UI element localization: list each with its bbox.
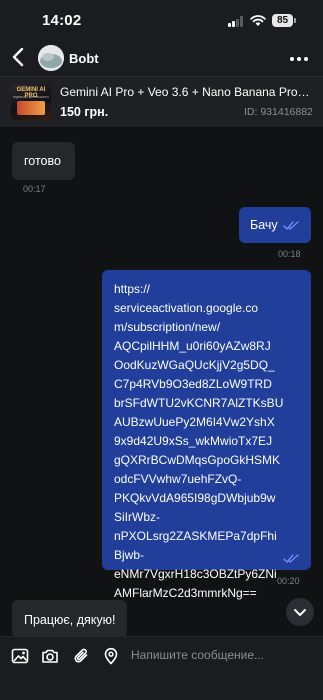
link-line: AMFlarMzC2d3mmrkNg== <box>114 586 257 600</box>
read-checkmarks-icon <box>283 554 299 563</box>
thumbnail-graphic <box>17 101 45 115</box>
link-line: serviceactivation.google.co <box>114 301 259 315</box>
link-line: 9x9d42U9xSs_wkMwioTx7EJ <box>114 434 273 448</box>
link-line: SiIrWbz- <box>114 510 160 524</box>
scroll-to-bottom-button[interactable] <box>286 598 314 626</box>
status-time: 14:02 <box>42 12 82 29</box>
message-text: готово <box>24 154 61 168</box>
battery-tip <box>294 18 296 23</box>
chevron-down-icon <box>294 609 306 616</box>
message-composer: Напишите сообщение... <box>0 636 323 700</box>
avatar-image <box>38 45 64 71</box>
more-options-icon[interactable] <box>288 50 310 66</box>
location-pin-icon[interactable] <box>102 647 120 665</box>
link-line: brSFdWTU2vKCNR7AlZTKsBU <box>114 396 284 410</box>
outgoing-message[interactable]: Бачу <box>239 207 311 243</box>
link-line: AUBzwUuePy2M6I4Vw2YshX <box>114 415 275 429</box>
link-line: gQXRrBCwDMqsGpoGkHSMK <box>114 453 281 467</box>
camera-icon[interactable] <box>41 647 59 665</box>
listing-thumbnail: GEMINI AI PRO ПІДПИСКА ДЛЯ ВАШОГО ОСОБИС… <box>11 84 51 120</box>
link-line: eNMr7VgxrH18c3OBZtPy6ZNi <box>114 567 277 581</box>
listing-id: ID: 931416882 <box>244 106 313 118</box>
message-time: 00:17 <box>23 184 46 194</box>
outgoing-link-message[interactable]: https:// serviceactivation.google.co m/s… <box>102 270 311 600</box>
link-line: OodKuzWGaQUcKjjV2g5DQ_ <box>114 358 275 372</box>
message-input[interactable]: Напишите сообщение... <box>131 648 264 662</box>
message-time: 00:18 <box>278 249 301 259</box>
cellular-signal-icon <box>228 16 245 27</box>
avatar[interactable] <box>38 45 64 71</box>
message-time: 00:20 <box>277 576 300 586</box>
wifi-icon <box>250 15 266 26</box>
chat-header: Bobt <box>0 40 323 76</box>
message-text: Бачу <box>250 218 278 232</box>
battery-icon: 85 <box>272 14 293 27</box>
link-line: https:// <box>114 282 151 296</box>
link-line: nPXOLsrg2ZASKMEPa7dpFhi <box>114 529 277 543</box>
link-line: AQCpilHHM_u0ri60yAZw8RJ <box>114 339 271 353</box>
link-line: m/subscription/new/ <box>114 320 221 334</box>
listing-bar[interactable]: GEMINI AI PRO ПІДПИСКА ДЛЯ ВАШОГО ОСОБИС… <box>0 76 323 126</box>
read-checkmarks-icon <box>283 221 299 230</box>
listing-title: Gemini AI Pro + Veo 3.6 + Nano Banana Pr… <box>60 85 312 99</box>
listing-price: 150 грн. <box>60 105 109 119</box>
contact-name[interactable]: Bobt <box>69 51 99 66</box>
link-line: C7p4RVb9O3ed8ZLoW9TRD <box>114 377 272 391</box>
message-list[interactable]: готово 00:17 Бачу 00:18 https:// service… <box>0 126 323 636</box>
message-text: Працює, дякую! <box>24 613 116 627</box>
link-line: PKQkvVdA965I98gDWbjub9w <box>114 491 276 505</box>
link-line: odcFVVwhw7uehFZvQ- <box>114 472 242 486</box>
incoming-message[interactable]: готово <box>12 142 75 180</box>
incoming-message[interactable]: Працює, дякую! <box>12 600 127 636</box>
status-bar: 14:02 85 <box>0 0 323 40</box>
gallery-icon[interactable] <box>11 647 29 665</box>
thumbnail-subtitle: ПІДПИСКА ДЛЯ ВАШОГО ОСОБИСТОГО АКАУНТУ <box>13 95 49 99</box>
link-line: Bjwb- <box>114 548 145 562</box>
message-link[interactable]: https:// serviceactivation.google.co m/s… <box>114 280 284 603</box>
back-arrow-icon[interactable] <box>10 46 28 68</box>
attachment-icon[interactable] <box>72 647 90 665</box>
